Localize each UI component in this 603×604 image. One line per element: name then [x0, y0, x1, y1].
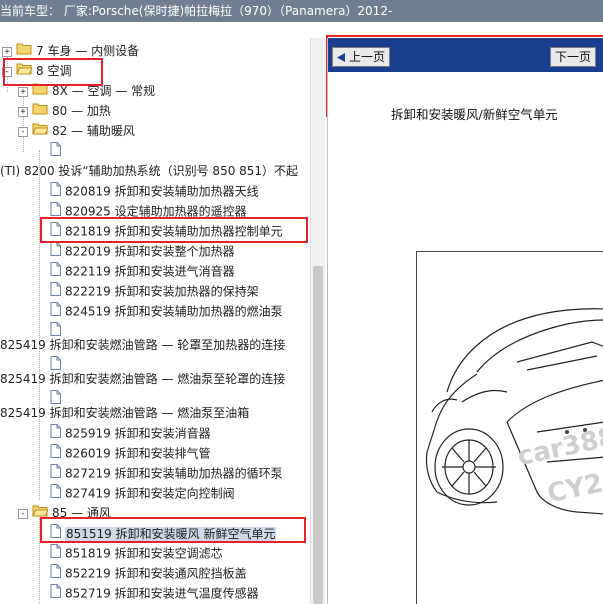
prev-page-label: 上一页 [349, 50, 386, 64]
tree-node-label: 7 车身 — 内侧设备 [36, 44, 140, 58]
tree-node-label: 821819 拆卸和安装辅助加热器控制单元 [65, 224, 283, 239]
tree-node-label: 852219 拆卸和安装通风腔挡板盖 [65, 566, 247, 581]
folder-icon [32, 102, 48, 121]
tree-node-label: 85 — 通风 [52, 506, 111, 520]
tree-node-label: 825419 拆卸和安装燃油管路 — 轮罩至加热器的连接 [0, 338, 286, 352]
tree-node-label: 825419 拆卸和安装燃油管路 — 燃油泵至轮罩的连接 [0, 372, 286, 386]
tree-node-label: 80 — 加热 [52, 104, 111, 118]
collapse-icon[interactable]: - [18, 508, 28, 519]
document-icon [50, 484, 61, 504]
next-page-label: 下一页 [555, 50, 592, 64]
tree-node-label: 822119 拆卸和安装进气消音器 [65, 264, 235, 279]
expand-icon[interactable]: + [18, 86, 28, 97]
collapse-icon[interactable]: - [18, 126, 28, 137]
document-icon [50, 242, 61, 262]
tree-node[interactable]: 825419 拆卸和安装燃油管路 — 轮罩至加热器的连接 [0, 336, 285, 355]
tree-node-label: 824519 拆卸和安装辅助加热器的燃油泵 [65, 304, 283, 319]
tree-node[interactable]: 851819 拆卸和安装空调滤芯 [50, 544, 223, 563]
tree-node[interactable]: - 8 空调 [2, 62, 71, 81]
tree-node-label: 826019 拆卸和安装排气管 [65, 446, 211, 461]
document-icon [50, 464, 61, 484]
window-title: 当前车型： 厂家:Porsche(保时捷)帕拉梅拉（970）（Panamera）… [0, 4, 393, 18]
expand-icon[interactable]: + [2, 46, 12, 57]
tree-scrollbar[interactable] [310, 38, 325, 604]
document-icon [50, 202, 61, 222]
tree-node-label: 827219 拆卸和安装辅助加热器的循环泵 [65, 466, 283, 481]
document-icon [50, 182, 61, 202]
tree-node-label: 8 空调 [36, 64, 72, 78]
tree-node-label: 825419 拆卸和安装燃油管路 — 燃油泵至油箱 [0, 406, 250, 420]
tree-node[interactable]: (TI) 8200 投诉“辅助加热系统（识别号 850 851）不起 [0, 162, 298, 181]
tree-node-label: 82 — 辅助暖风 [52, 124, 135, 138]
tree-node[interactable]: +80 — 加热 [18, 102, 111, 121]
tree-node-label: 822219 拆卸和安装加热器的保持架 [65, 284, 259, 299]
window-title-bar: 当前车型： 厂家:Porsche(保时捷)帕拉梅拉（970）（Panamera）… [0, 0, 603, 22]
tree-node[interactable] [50, 142, 65, 161]
document-icon [50, 544, 61, 564]
document-icon [50, 564, 61, 584]
document-icon [50, 444, 61, 464]
tree-node[interactable]: 824519 拆卸和安装辅助加热器的燃油泵 [50, 302, 283, 321]
document-icon [50, 302, 61, 322]
document-icon [50, 524, 61, 544]
tree-node[interactable]: 827419 拆卸和安装定向控制阀 [50, 484, 235, 503]
tree-node[interactable]: 820819 拆卸和安装辅助加热器天线 [50, 182, 259, 201]
tree-guide-line [39, 150, 40, 500]
tree-node[interactable]: 827219 拆卸和安装辅助加热器的循环泵 [50, 464, 283, 483]
car-illustration: car388 CY20 [416, 251, 603, 604]
folder-icon [16, 42, 32, 61]
car-drawing-icon [425, 308, 603, 515]
document-panel: 上一页 下一页 拆卸和安装暖风/新鲜空气单元 car388 CY20 [327, 38, 603, 604]
document-icon [50, 282, 61, 302]
folder-open-icon [32, 122, 49, 141]
tree-node[interactable]: 851519 拆卸和安装暖风 新鲜空气单元 [50, 524, 277, 544]
tree-guide-line [39, 514, 40, 604]
collapse-icon[interactable]: - [2, 66, 12, 77]
tree-node[interactable]: 820925 设定辅助加热器的遥控器 [50, 202, 247, 221]
document-icon [50, 262, 61, 282]
tree-node[interactable]: 852719 拆卸和安装进气温度传感器 [50, 584, 259, 603]
tree-node[interactable]: 822019 拆卸和安装整个加热器 [50, 242, 235, 261]
document-icon [50, 222, 61, 242]
tree-node[interactable]: 825419 拆卸和安装燃油管路 — 燃油泵至轮罩的连接 [0, 370, 285, 389]
folder-icon [32, 82, 48, 101]
next-page-button[interactable]: 下一页 [550, 47, 597, 67]
tree-node[interactable]: +7 车身 — 内侧设备 [2, 42, 139, 61]
document-icon [50, 424, 61, 444]
tree-node-label: (TI) 8200 投诉“辅助加热系统（识别号 850 851）不起 [0, 164, 299, 178]
arrow-left-icon [337, 53, 345, 62]
tree-node[interactable]: 825919 拆卸和安装消音器 [50, 424, 211, 443]
tree-node-label: 8X — 空调 — 常规 [52, 84, 156, 98]
tree-node-label: 822019 拆卸和安装整个加热器 [65, 244, 235, 259]
document-title: 拆卸和安装暖风/新鲜空气单元 [391, 107, 558, 122]
tree-node[interactable]: 821819 拆卸和安装辅助加热器控制单元 [50, 222, 283, 241]
document-icon [50, 584, 61, 604]
folder-open-icon [32, 504, 49, 523]
tree-node[interactable]: 826019 拆卸和安装排气管 [50, 444, 211, 463]
tree-node-label: 827419 拆卸和安装定向控制阀 [65, 486, 235, 501]
tree-node[interactable]: 852219 拆卸和安装通风腔挡板盖 [50, 564, 247, 583]
prev-page-button[interactable]: 上一页 [332, 47, 391, 67]
tree-node[interactable]: +8X — 空调 — 常规 [18, 82, 155, 101]
folder-open-icon [16, 62, 33, 81]
tree-node-label: 851819 拆卸和安装空调滤芯 [65, 546, 223, 561]
tree-node-label: 820819 拆卸和安装辅助加热器天线 [65, 184, 259, 199]
tree-node[interactable]: - 85 — 通风 [18, 504, 111, 523]
tree-node[interactable]: - 82 — 辅助暖风 [18, 122, 135, 141]
tree-node[interactable]: 822119 拆卸和安装进气消音器 [50, 262, 235, 281]
tree-node-label: 851519 拆卸和安装暖风 新鲜空气单元 [65, 526, 277, 541]
page-navbar: 上一页 下一页 [328, 38, 603, 72]
document-icon [50, 142, 61, 162]
tree-panel: +7 车身 — 内侧设备 -8 空调 +8X — 空调 — 常规 +80 — 加热 -8… [0, 38, 308, 604]
tree-view: +7 车身 — 内侧设备 -8 空调 +8X — 空调 — 常规 +80 — 加热 -8… [0, 38, 308, 604]
tree-node[interactable]: 825419 拆卸和安装燃油管路 — 燃油泵至油箱 [0, 404, 249, 423]
scrollbar-thumb[interactable] [313, 266, 323, 604]
expand-icon[interactable]: + [18, 106, 28, 117]
tree-node[interactable]: 822219 拆卸和安装加热器的保持架 [50, 282, 259, 301]
tree-node-label: 820925 设定辅助加热器的遥控器 [65, 204, 247, 219]
tree-node-label: 852719 拆卸和安装进气温度传感器 [65, 586, 259, 601]
tree-node-label: 825919 拆卸和安装消音器 [65, 426, 211, 441]
